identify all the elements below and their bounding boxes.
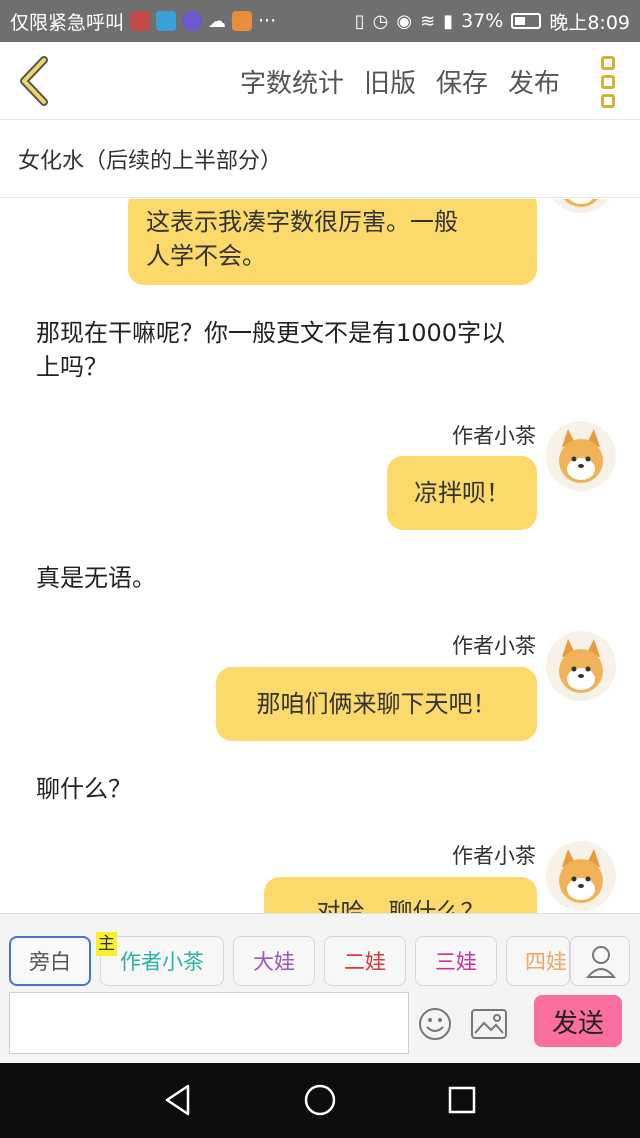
battery-percent: 37%: [461, 10, 504, 32]
shiba-dog-icon: [559, 639, 603, 693]
role-label: 三娃: [435, 950, 477, 974]
app-notification-icon: [182, 11, 203, 31]
author-name: 作者小茶: [452, 844, 536, 868]
role-narrator[interactable]: 旁白: [9, 936, 91, 986]
app-notification-icon: [232, 11, 253, 31]
back-nav-icon[interactable]: [162, 1083, 194, 1117]
menu-dot: [601, 75, 615, 89]
narration-line: 真是无语。: [36, 564, 156, 592]
author-avatar[interactable]: [546, 421, 616, 491]
role-label: 二娃: [344, 950, 386, 974]
role-dawa[interactable]: 大娃: [233, 936, 315, 986]
header-actions: 字数统计 旧版 保存 发布: [240, 42, 560, 120]
bubble-text-line: 人学不会。: [146, 242, 266, 270]
document-title-text: 女化水（后续的上半部分）: [18, 148, 283, 174]
shiba-dog-icon: [564, 199, 598, 207]
recents-nav-icon[interactable]: [447, 1085, 477, 1115]
image-icon: [471, 1009, 507, 1039]
save-button[interactable]: 保存: [436, 63, 488, 100]
more-notifications-icon: ···: [258, 10, 277, 32]
role-label: 旁白: [29, 950, 71, 974]
shiba-dog-icon: [559, 849, 603, 903]
role-author[interactable]: 作者小茶: [100, 936, 224, 986]
role-label: 大娃: [253, 950, 295, 974]
wifi-icon: ≋: [420, 10, 436, 32]
document-title[interactable]: 女化水（后续的上半部分）: [0, 120, 640, 198]
image-button[interactable]: [471, 1009, 507, 1039]
bubble-text: 对哈，聊什么？: [316, 898, 485, 913]
send-label: 发送: [551, 1008, 604, 1039]
role-label: 作者小茶: [120, 950, 204, 974]
menu-dot: [601, 56, 615, 70]
smiley-icon: [419, 1008, 451, 1040]
home-nav-icon[interactable]: [303, 1083, 337, 1117]
carrier-text: 仅限紧急呼叫: [10, 11, 125, 34]
old-version-button[interactable]: 旧版: [364, 63, 416, 100]
author-avatar[interactable]: [546, 199, 616, 213]
role-siwa[interactable]: 四娃: [506, 936, 570, 986]
role-sanwa[interactable]: 三娃: [415, 936, 497, 986]
message-input[interactable]: [9, 992, 409, 1054]
send-button[interactable]: 发送: [534, 995, 622, 1047]
chat-bubble[interactable]: 对哈，聊什么？: [264, 877, 537, 913]
status-bar: 仅限紧急呼叫 ☁ ··· ▯ ◷ ◉ ≋ ▮ 37% 晚上8:09: [0, 0, 640, 42]
bubble-text-line: 这表示我凑字数很厉害。一般: [146, 208, 458, 236]
person-icon: [585, 946, 617, 978]
vibrate-icon: ▯: [354, 10, 365, 32]
app-notification-icon: [156, 11, 177, 31]
chat-bubble[interactable]: 那咱们俩来聊下天吧！: [216, 667, 537, 741]
main-role-badge: 主: [96, 932, 117, 956]
battery-icon: [511, 13, 542, 29]
role-erwa[interactable]: 二娃: [324, 936, 406, 986]
narration-line: 上吗？: [36, 353, 108, 381]
emoji-button[interactable]: [418, 1007, 452, 1041]
chat-area[interactable]: 这表示我凑字数很厉害。一般 人学不会。 那现在干嘛呢？你一般更文不是有1000字…: [0, 199, 640, 913]
author-name: 作者小茶: [452, 634, 536, 658]
narration-line: 那现在干嘛呢？你一般更文不是有1000字以: [36, 319, 506, 347]
narration-text[interactable]: 那现在干嘛呢？你一般更文不是有1000字以 上吗？: [36, 316, 505, 384]
chat-bubble[interactable]: 凉拌呗！: [387, 456, 537, 530]
narration-text[interactable]: 聊什么？: [36, 772, 132, 806]
back-button[interactable]: [14, 56, 58, 106]
role-label: 四娃: [525, 950, 567, 974]
bubble-text: 凉拌呗！: [414, 479, 510, 507]
system-nav-bar: [0, 1063, 640, 1138]
cloud-icon: ☁: [208, 10, 227, 32]
eye-icon: ◉: [396, 10, 413, 32]
chevron-left-icon: [20, 56, 48, 106]
word-count-button[interactable]: 字数统计: [240, 63, 344, 100]
author-avatar[interactable]: [546, 631, 616, 701]
composer-panel: 旁白 作者小茶 大娃 二娃 三娃 四娃 主 发送: [0, 913, 640, 1063]
alarm-icon: ◷: [372, 10, 389, 32]
author-name: 作者小茶: [452, 424, 536, 448]
clock: 晚上8:09: [549, 11, 630, 34]
narration-text[interactable]: 真是无语。: [36, 561, 156, 595]
add-role-button[interactable]: [570, 936, 630, 986]
app-header: 字数统计 旧版 保存 发布: [0, 42, 640, 120]
bubble-text: 那咱们俩来聊下天吧！: [256, 690, 497, 718]
narration-line: 聊什么？: [36, 775, 132, 803]
publish-button[interactable]: 发布: [508, 63, 560, 100]
author-avatar[interactable]: [546, 841, 616, 911]
menu-dot: [601, 94, 615, 108]
chat-bubble[interactable]: 这表示我凑字数很厉害。一般 人学不会。: [128, 199, 537, 285]
no-sim-icon: ▮: [443, 10, 454, 32]
more-menu-button[interactable]: [596, 56, 620, 108]
app-notification-icon: [130, 11, 151, 31]
shiba-dog-icon: [559, 429, 603, 483]
